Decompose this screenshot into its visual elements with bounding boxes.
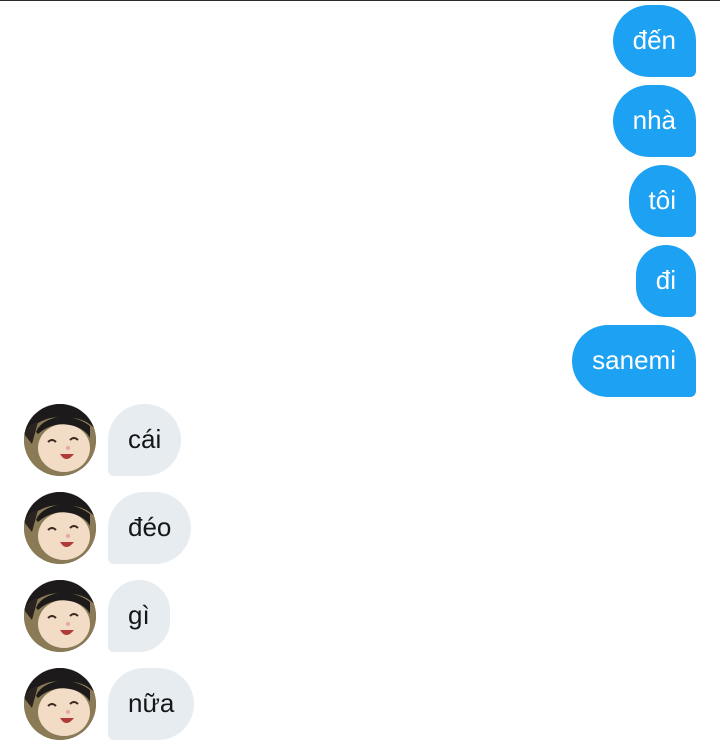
anime-character-avatar-icon xyxy=(24,580,96,652)
outgoing-message[interactable]: sanemi xyxy=(572,325,696,397)
outgoing-message[interactable]: tôi xyxy=(628,165,696,237)
anime-character-avatar-icon xyxy=(24,404,96,476)
avatar[interactable] xyxy=(24,404,96,476)
avatar[interactable] xyxy=(24,580,96,652)
avatar[interactable] xyxy=(24,668,96,740)
message-text: cái xyxy=(128,424,162,454)
message-text: nữa xyxy=(128,688,175,718)
outgoing-message[interactable]: nhà xyxy=(612,85,696,157)
chat-thread: đến nhà tôi đi sanemi cái đéo gì nữa xyxy=(0,0,720,753)
message-text: đến xyxy=(632,25,676,55)
message-text: nhà xyxy=(632,105,676,135)
message-text: đéo xyxy=(128,512,172,542)
incoming-message[interactable]: cái xyxy=(108,404,182,476)
message-text: tôi xyxy=(648,185,676,215)
message-text: gì xyxy=(128,600,150,630)
incoming-message[interactable]: gì xyxy=(108,580,170,652)
anime-character-avatar-icon xyxy=(24,492,96,564)
avatar[interactable] xyxy=(24,492,96,564)
outgoing-message[interactable]: đến xyxy=(612,5,696,77)
message-text: sanemi xyxy=(592,345,676,375)
incoming-message[interactable]: đéo xyxy=(108,492,192,564)
anime-character-avatar-icon xyxy=(24,668,96,740)
incoming-message[interactable]: nữa xyxy=(108,668,195,740)
message-text: đi xyxy=(655,265,676,295)
outgoing-message[interactable]: đi xyxy=(635,245,696,317)
